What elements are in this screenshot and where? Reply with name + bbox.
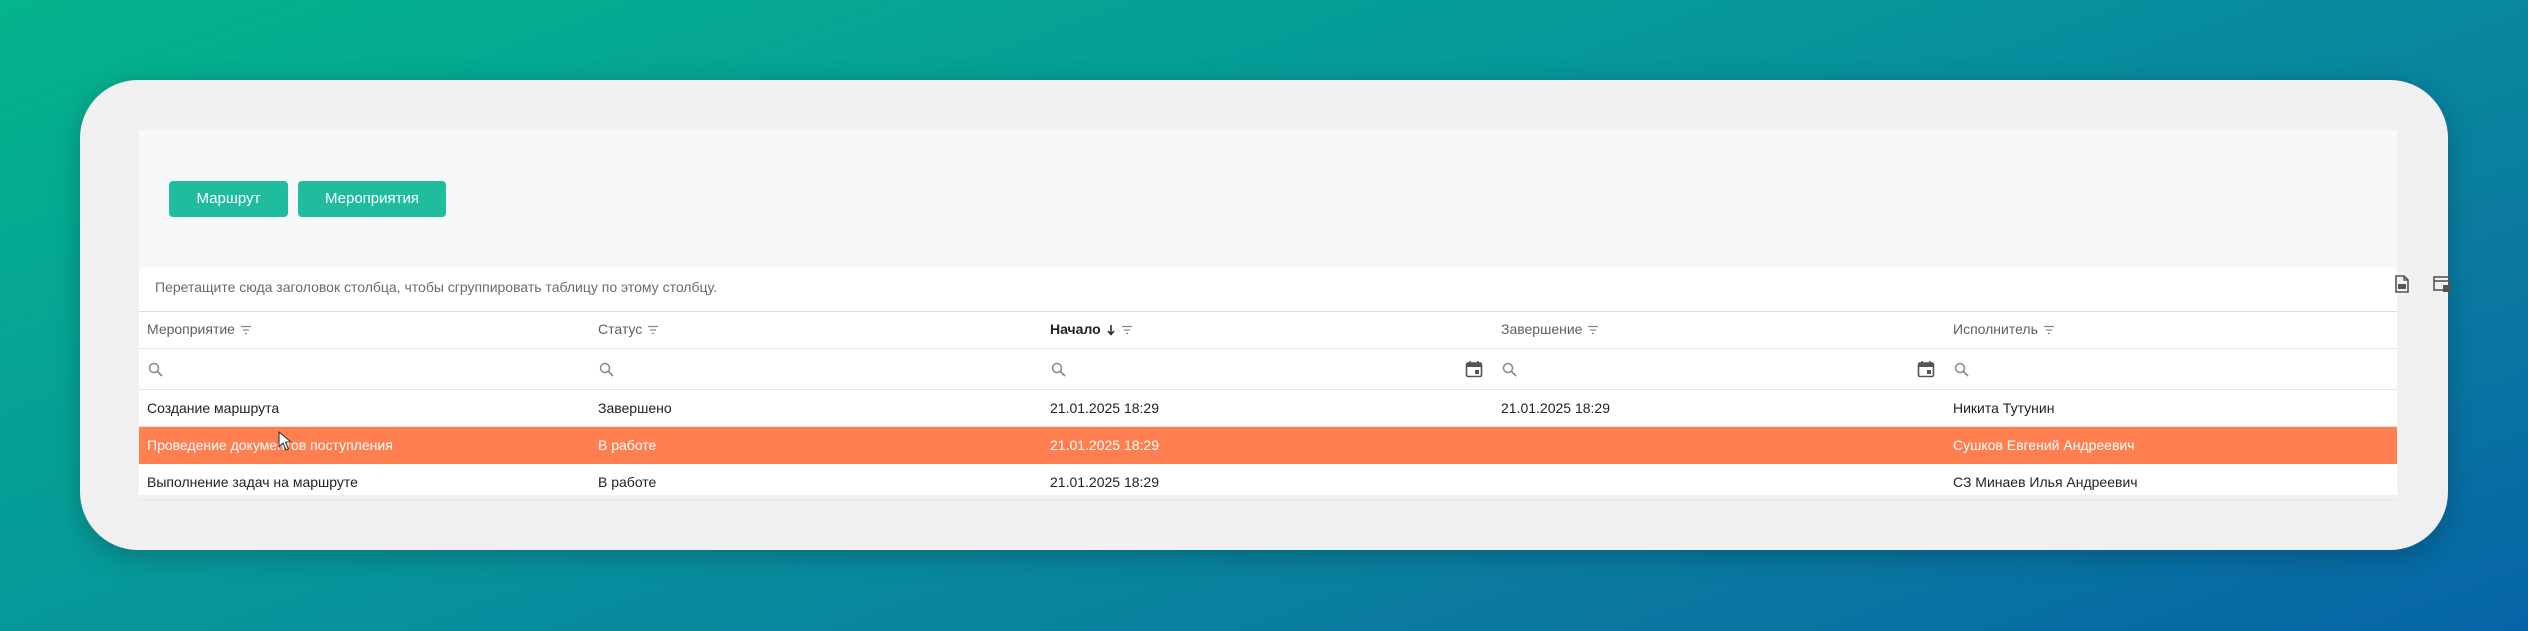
table-cell: Создание маршрута: [147, 400, 280, 416]
table-cell: Выполнение задач на маршруте: [147, 474, 358, 490]
toolbar: Маршрут Мероприятия: [139, 130, 2397, 267]
group-panel[interactable]: Перетащите сюда заголовок столбца, чтобы…: [139, 267, 2397, 312]
table-cell: Завершено: [598, 400, 672, 416]
column-header-assignee[interactable]: Исполнитель: [1945, 311, 2397, 348]
search-icon: [1051, 362, 1066, 377]
table-cell: Проведение документов поступления: [147, 437, 393, 453]
route-button[interactable]: Маршрут: [169, 181, 288, 217]
filter-icon[interactable]: [1121, 325, 1133, 335]
column-header-label: Статус: [598, 321, 643, 337]
column-header-label: Мероприятие: [147, 321, 235, 337]
table-cell: В работе: [598, 437, 657, 453]
table-row-selected[interactable]: Проведение документов поступления В рабо…: [139, 427, 2397, 464]
table-cell: В работе: [598, 474, 657, 490]
search-icon: [1954, 362, 1969, 377]
sort-descending-arrow-icon: [1107, 324, 1115, 336]
calendar-icon[interactable]: [1917, 360, 1935, 378]
group-panel-hint: Перетащите сюда заголовок столбца, чтобы…: [155, 279, 717, 295]
header-row: Мероприятие Статус Начало Завершение Исп…: [139, 311, 2397, 349]
filter-icon[interactable]: [2043, 325, 2055, 335]
table-cell: 21.01.2025 18:29: [1050, 474, 1159, 490]
filter-cell-end[interactable]: [1493, 349, 1945, 389]
filter-cell-assignee[interactable]: [1945, 349, 2397, 389]
column-header-status[interactable]: Статус: [590, 311, 1042, 348]
app-window: Маршрут Мероприятия Перетащите сюда заго…: [80, 80, 2450, 550]
data-grid: Мероприятие Статус Начало Завершение Исп…: [139, 311, 2397, 501]
table-cell: 21.01.2025 18:29: [1050, 400, 1159, 416]
table-cell: 21.01.2025 18:29: [1501, 400, 1610, 416]
filter-icon[interactable]: [647, 325, 659, 335]
column-header-end[interactable]: Завершение: [1493, 311, 1945, 348]
table-cell: Сушков Евгений Андреевич: [1953, 437, 2135, 453]
filter-icon[interactable]: [240, 325, 252, 335]
column-header-label: Исполнитель: [1953, 321, 2038, 337]
table-row[interactable]: Создание маршрута Завершено 21.01.2025 1…: [139, 390, 2397, 427]
table-row[interactable]: Выполнение задач на маршруте В работе 21…: [139, 464, 2397, 501]
filter-icon[interactable]: [1587, 325, 1599, 335]
table-cell: Никита Тутунин: [1953, 400, 2055, 416]
table-cell: [1493, 427, 1945, 463]
events-button[interactable]: Мероприятия: [298, 181, 446, 217]
filter-cell-start[interactable]: [1042, 349, 1493, 389]
column-header-label: Начало: [1050, 321, 1101, 337]
column-header-event[interactable]: Мероприятие: [139, 311, 590, 348]
search-icon: [148, 362, 163, 377]
column-header-start[interactable]: Начало: [1042, 311, 1493, 348]
column-chooser-icon[interactable]: [2431, 273, 2453, 295]
column-header-label: Завершение: [1501, 321, 1583, 337]
table-cell: 21.01.2025 18:29: [1050, 437, 1159, 453]
table-cell: [1493, 464, 1945, 500]
calendar-icon[interactable]: [1465, 360, 1483, 378]
export-document-icon[interactable]: [2391, 273, 2413, 295]
filter-cell-status[interactable]: [590, 349, 1042, 389]
search-icon: [1502, 362, 1517, 377]
filter-row: [139, 349, 2397, 390]
filter-cell-event[interactable]: [139, 349, 590, 389]
search-icon: [599, 362, 614, 377]
mouse-pointer-icon: [278, 431, 292, 451]
table-cell: СЗ Минаев Илья Андреевич: [1953, 474, 2138, 490]
grid-panel: Маршрут Мероприятия Перетащите сюда заго…: [139, 130, 2450, 501]
